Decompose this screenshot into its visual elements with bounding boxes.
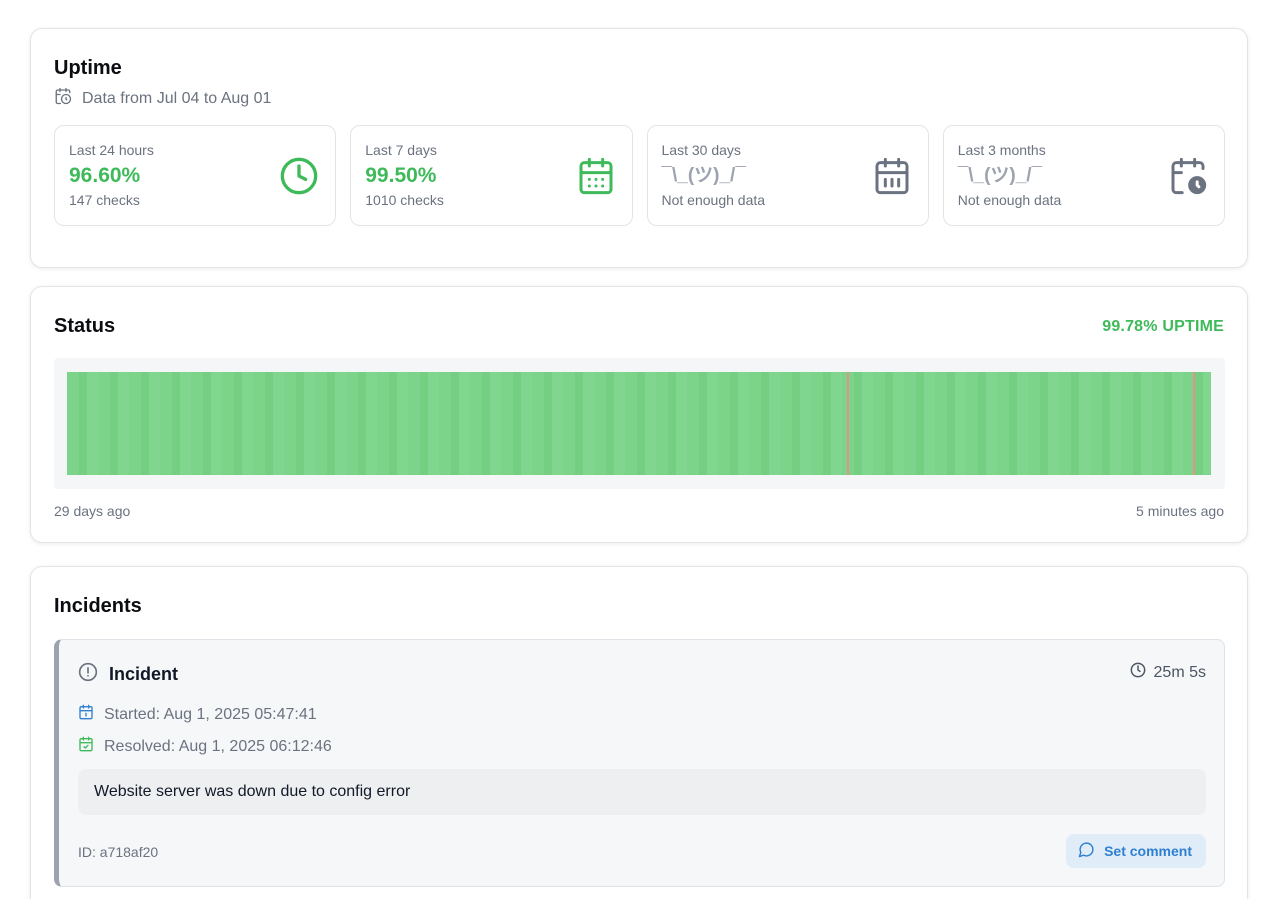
clock-icon	[279, 156, 319, 196]
stat-3m: Last 3 months ¯\_(ツ)_/¯ Not enough data	[942, 125, 1225, 226]
incident-started: Started: Aug 1, 2025 05:47:41	[78, 704, 317, 725]
uptime-title: Uptime	[54, 57, 122, 79]
incident-item: Incident 25m 5s Started: Aug 1, 2025 05:…	[54, 639, 1225, 887]
status-end-label: 5 minutes ago	[1136, 503, 1224, 519]
status-title: Status	[54, 315, 116, 337]
calendar-clock-icon	[1168, 156, 1208, 196]
calendar-days-icon	[872, 156, 912, 196]
calendar-check-icon	[78, 736, 94, 757]
stat-7d: Last 7 days 99.50% 1010 checks	[350, 125, 633, 226]
uptime-range-text: Data from Jul 04 to Aug 01	[82, 89, 272, 107]
incident-resolved: Resolved: Aug 1, 2025 06:12:46	[78, 736, 332, 757]
set-comment-label: Set comment	[1104, 843, 1192, 859]
incidents-title: Incidents	[54, 595, 142, 617]
incident-started-text: Started: Aug 1, 2025 05:47:41	[104, 705, 317, 723]
incident-header: Incident	[78, 662, 178, 687]
calendar-icon	[576, 156, 616, 196]
uptime-card: Uptime Data from Jul 04 to Aug 01 Last 2…	[30, 28, 1248, 268]
status-card: Status 99.78% UPTIME 29 days ago 5 minut…	[30, 286, 1248, 543]
status-bar-container	[54, 358, 1225, 489]
set-comment-button[interactable]: Set comment	[1066, 834, 1206, 868]
incident-duration-text: 25m 5s	[1153, 663, 1206, 681]
status-bar[interactable]	[67, 372, 1211, 475]
incident-resolved-text: Resolved: Aug 1, 2025 06:12:46	[104, 737, 332, 755]
stat-24h: Last 24 hours 96.60% 147 checks	[54, 125, 337, 226]
incident-id: ID: a718af20	[78, 844, 159, 860]
incidents-card: Incidents Incident 25m 5s Started: Aug 1…	[30, 566, 1248, 899]
status-start-label: 29 days ago	[54, 503, 131, 519]
incident-marker[interactable]	[847, 372, 849, 475]
stat-30d: Last 30 days ¯\_(ツ)_/¯ Not enough data	[646, 125, 929, 226]
incident-message: Website server was down due to config er…	[78, 769, 1206, 815]
clock-icon	[1130, 662, 1146, 683]
incident-duration: 25m 5s	[1130, 662, 1206, 683]
calendar-start-icon	[78, 704, 94, 725]
alert-circle-icon	[78, 662, 98, 687]
stat-row: Last 24 hours 96.60% 147 checks Last 7 d…	[54, 125, 1225, 226]
calendar-clock-icon	[54, 87, 72, 110]
incident-title: Incident	[109, 664, 179, 684]
uptime-percentage: 99.78% UPTIME	[1102, 318, 1224, 335]
uptime-range: Data from Jul 04 to Aug 01	[54, 87, 271, 110]
message-circle-icon	[1078, 841, 1095, 861]
incident-marker[interactable]	[1193, 372, 1195, 475]
